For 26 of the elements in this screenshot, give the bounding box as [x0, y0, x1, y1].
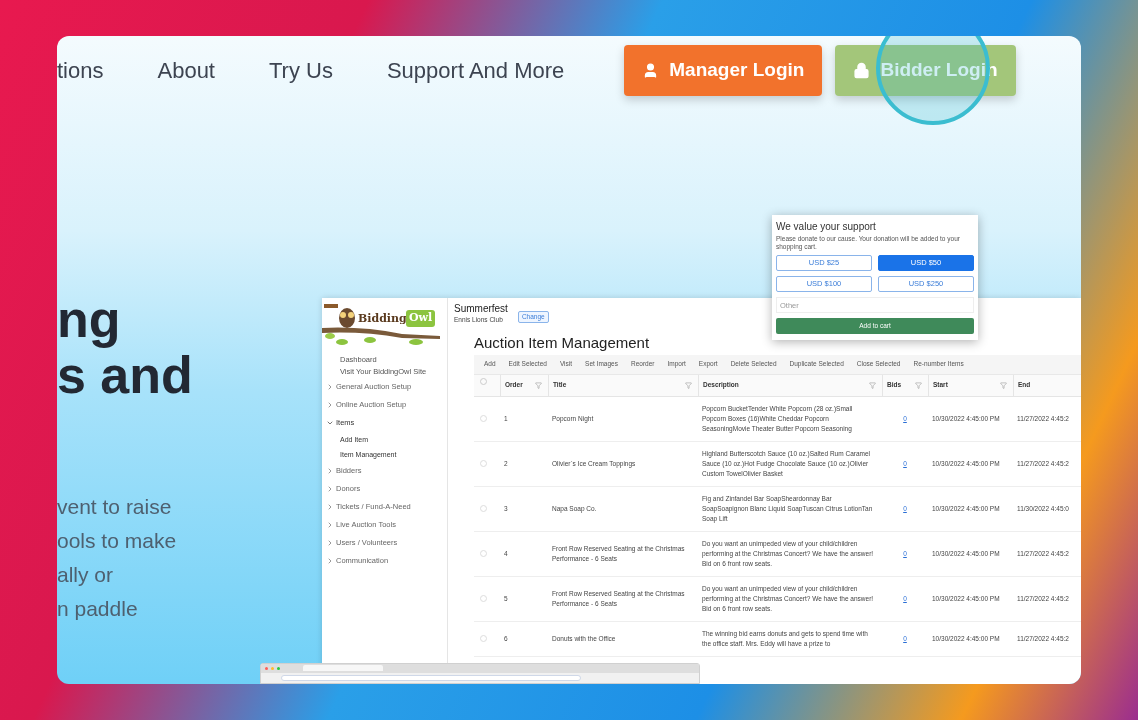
filter-icon[interactable]: [685, 381, 692, 389]
filter-icon[interactable]: [915, 381, 922, 389]
nav-link[interactable]: About: [157, 53, 215, 87]
chevron-icon: [326, 539, 334, 547]
chevron-icon: [326, 467, 334, 475]
nav-link[interactable]: tions: [57, 53, 104, 87]
popup-title: We value your support: [776, 221, 877, 233]
nav-link[interactable]: Support And More: [386, 53, 565, 87]
hero-paragraph: vent to raise ools to make ally or n paddle: [57, 494, 178, 622]
chevron-icon: [326, 419, 334, 427]
chevron-icon: [326, 557, 334, 565]
lock-icon: [853, 61, 871, 79]
chevron-icon: [326, 383, 334, 391]
filter-icon[interactable]: [535, 381, 542, 389]
chevron-icon: [326, 503, 334, 511]
nav-link[interactable]: Try Us: [269, 53, 333, 87]
event-name: Summerfest: [454, 303, 508, 315]
logo-tag: Owl: [406, 310, 436, 327]
chevron-icon: [326, 521, 334, 529]
chevron-icon: [326, 401, 334, 409]
filter-icon[interactable]: [869, 381, 876, 389]
page-title: Auction Item Management: [474, 333, 651, 352]
logo-text: Bidding: [358, 311, 407, 327]
hero-heading: ng s and: [57, 291, 194, 403]
chevron-icon: [326, 485, 334, 493]
filter-icon[interactable]: [1000, 381, 1007, 389]
